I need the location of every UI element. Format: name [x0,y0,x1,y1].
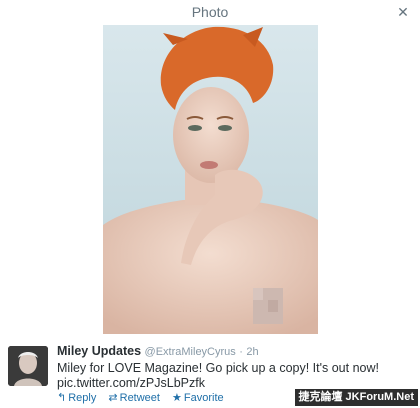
timestamp[interactable]: 2h [246,346,258,358]
photo-image [103,25,318,334]
tweet-text: Miley for LOVE Magazine! Go pick up a co… [57,361,412,391]
reply-icon: ↰ [57,392,67,404]
close-icon[interactable]: ✕ [397,4,409,20]
close-button[interactable]: ✕ [394,3,412,21]
username[interactable]: @ExtraMileyCyrus [145,346,236,358]
retweet-icon: ⇄ [108,392,118,404]
tweet-text-line: Miley for LOVE Magazine! Go pick up a co… [57,361,379,375]
retweet-label: Retweet [119,392,160,404]
tweet-content: Miley Updates @ExtraMileyCyrus · 2h Mile… [57,344,412,391]
retweet-button[interactable]: ⇄ Retweet [108,391,160,404]
avatar[interactable] [8,346,48,386]
tweet-actions: ↰ Reply ⇄ Retweet ★ Favorite [57,391,233,404]
watermark: 捷克論壇 JKForuM.Net [294,389,418,406]
modal-header: Photo ✕ [0,0,420,24]
tweet-header: Miley Updates @ExtraMileyCyrus · 2h [57,344,412,360]
reply-label: Reply [68,392,97,404]
modal-title: Photo [191,4,229,20]
tweet-photo[interactable] [103,25,318,334]
fullname[interactable]: Miley Updates [57,344,141,358]
reply-button[interactable]: ↰ Reply [57,391,96,404]
favorite-button[interactable]: ★ Favorite [172,391,224,404]
separator: · [239,346,243,358]
star-icon: ★ [172,392,182,404]
favorite-label: Favorite [183,392,224,404]
